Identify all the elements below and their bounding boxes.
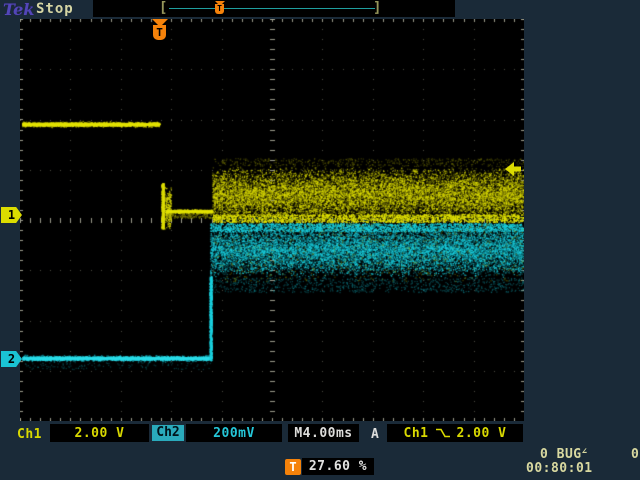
trigger-pin-body: T	[215, 4, 224, 14]
acquisition-status: Stop	[36, 1, 74, 17]
trigger-level-value: 2.00 V	[457, 426, 507, 441]
trigger-position-icon: T	[151, 19, 168, 40]
timebase-readout: M4.00ms	[288, 424, 359, 442]
record-bracket-left: [	[159, 0, 167, 17]
status-counter: 0	[631, 447, 639, 462]
falling-edge-icon	[435, 427, 451, 439]
status-superscript: ∠	[582, 447, 588, 457]
trigger-readout: Ch1 2.00 V	[387, 424, 523, 442]
clock-readout: 00:80:01	[526, 461, 593, 476]
timebase-value: 4.00ms	[303, 426, 353, 441]
oscilloscope-screen: Tek Stop [ ] T T 1 2 Ch1 2.00 V Ch2 200m…	[0, 0, 640, 480]
ch1-position-marker: 1	[1, 207, 22, 223]
ch2-scale-readout: 200mV	[186, 424, 282, 442]
record-view-bar: [ ] T	[93, 0, 455, 17]
status-message: 0 BUG∠	[540, 447, 588, 462]
record-bracket-right: ]	[373, 0, 381, 17]
status-message-text: 0 BUG	[540, 447, 582, 462]
trigger-position-T-icon: T	[285, 459, 301, 475]
ch2-label-badge: Ch2	[152, 425, 184, 441]
tek-logo: Tek	[3, 0, 34, 19]
ch1-scale-readout: 2.00 V	[50, 424, 149, 442]
trigger-pin-body: T	[153, 25, 166, 40]
trigger-source: Ch1	[404, 426, 429, 441]
record-trigger-position-icon: T	[214, 1, 225, 14]
trigger-mode-label: A	[371, 427, 379, 442]
waveform-display	[20, 19, 524, 421]
ch2-position-marker: 2	[1, 351, 22, 367]
ch1-label: Ch1	[17, 427, 42, 442]
trigger-level-arrow-icon	[505, 162, 522, 176]
timebase-prefix: M	[294, 426, 302, 441]
record-line	[169, 8, 375, 9]
trigger-position-percent: 27.60 %	[302, 458, 374, 475]
